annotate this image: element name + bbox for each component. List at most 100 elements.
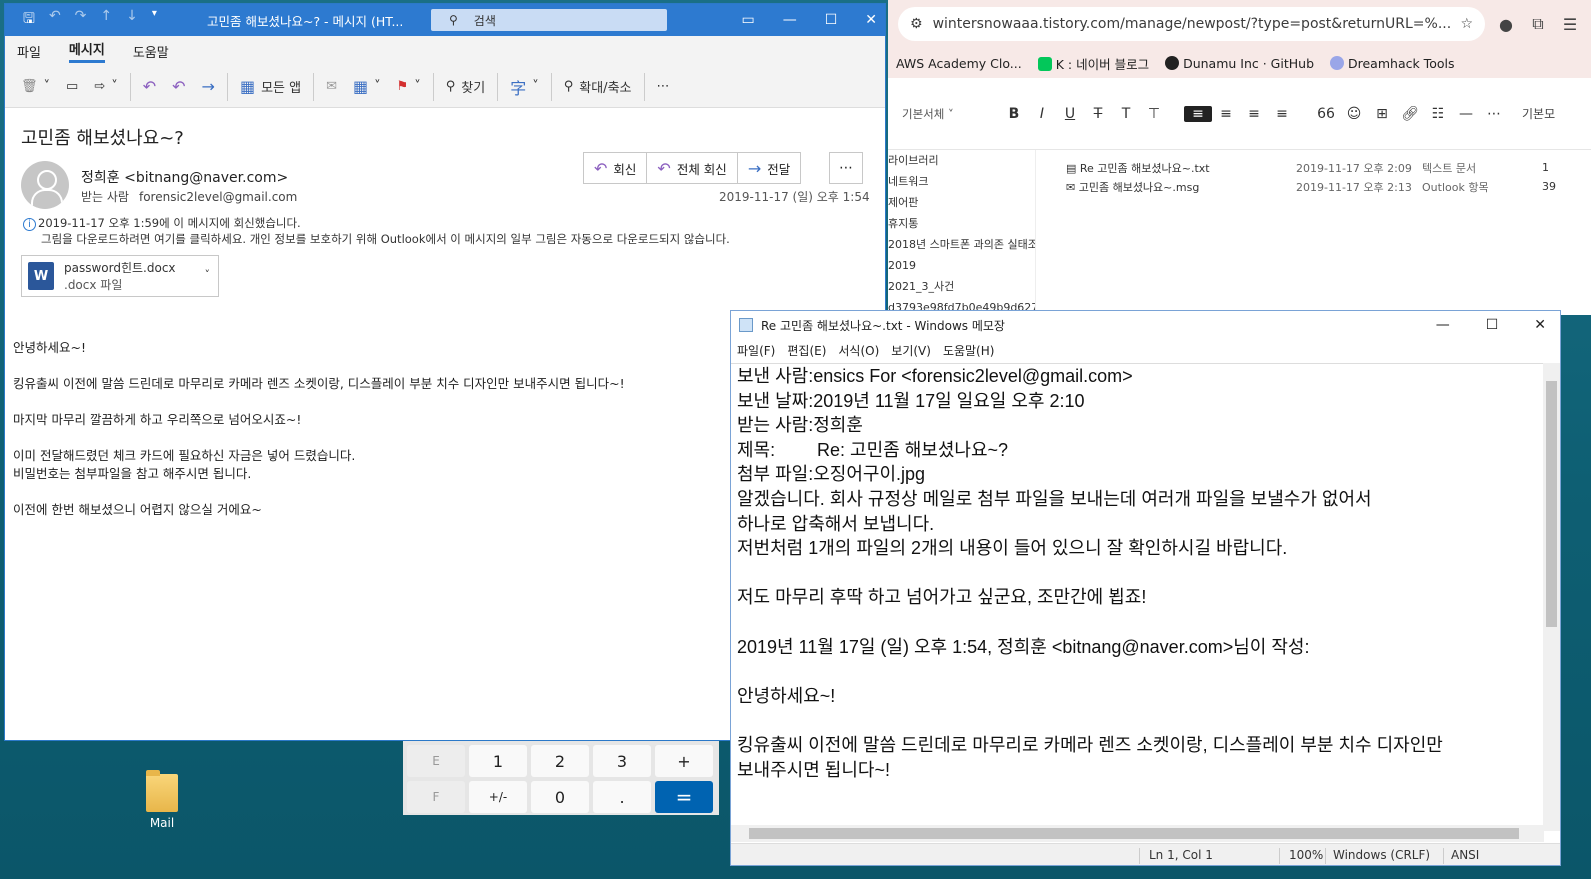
- reply-button[interactable]: ↶ 회신: [584, 153, 648, 183]
- search-box[interactable]: ⚲ 검색: [431, 9, 667, 31]
- link-icon[interactable]: 🔗︎: [1396, 106, 1424, 122]
- menu-view[interactable]: 보기(V): [891, 342, 931, 359]
- site-info-icon[interactable]: ⚙: [910, 16, 923, 32]
- nav-item[interactable]: 2018년 스마트폰 과의존 실태조: [888, 234, 1035, 255]
- scroll-thumb[interactable]: [749, 828, 1519, 839]
- unread-button[interactable]: ✉: [318, 72, 345, 102]
- text-color-button[interactable]: T: [1112, 106, 1140, 122]
- forward-button[interactable]: → 전달: [738, 153, 800, 183]
- maximize-icon[interactable]: ☐: [1486, 317, 1499, 333]
- find-button[interactable]: ⚲ 찾기: [438, 72, 493, 102]
- nav-item[interactable]: 2019: [888, 255, 1035, 276]
- calc-key-1[interactable]: 1: [469, 745, 527, 777]
- calc-key-plus[interactable]: +: [655, 745, 713, 777]
- strikethrough-button[interactable]: T: [1084, 106, 1112, 122]
- redo-icon[interactable]: ↷: [75, 8, 87, 32]
- bold-button[interactable]: B: [1000, 106, 1028, 122]
- reply-all-button[interactable]: ↶ 전체 회신: [647, 153, 738, 183]
- align-center-button[interactable]: ≡: [1212, 106, 1240, 122]
- calc-key-decimal[interactable]: .: [593, 781, 651, 813]
- customize-icon[interactable]: ▾: [152, 8, 157, 32]
- extensions-icon[interactable]: ⧉: [1527, 14, 1549, 34]
- cookie-icon[interactable]: ●: [1495, 15, 1517, 34]
- more-actions-button[interactable]: ⋯: [829, 152, 863, 184]
- minimize-icon[interactable]: —: [1436, 317, 1450, 333]
- nav-item[interactable]: 네트워크: [888, 171, 1035, 192]
- calc-key-f[interactable]: F: [407, 781, 465, 813]
- nav-item[interactable]: 제어판: [888, 192, 1035, 213]
- ribbon-display-icon[interactable]: ▭: [741, 12, 754, 28]
- zoom-button[interactable]: ⚲ 확대/축소: [556, 72, 640, 102]
- flag-button[interactable]: ⚑ ˅: [389, 72, 429, 102]
- translate-button[interactable]: 字 ˅: [502, 72, 547, 102]
- file-row[interactable]: ▤ Re 고민좀 해보셨나요~.txt 2019-11-17 오후 2:09 텍…: [1066, 158, 1556, 177]
- file-row[interactable]: ✉ 고민좀 해보셨나요~.msg 2019-11-17 오후 2:13 Outl…: [1066, 177, 1556, 196]
- address-bar[interactable]: ⚙ wintersnowaaa.tistory.com/manage/newpo…: [898, 7, 1485, 41]
- align-justify-button[interactable]: ≡: [1268, 106, 1296, 122]
- align-left-button[interactable]: ≡: [1184, 105, 1212, 122]
- save-icon[interactable]: 🖫︎: [23, 8, 35, 32]
- calc-key-equals[interactable]: =: [655, 781, 713, 813]
- bookmark-github[interactable]: Dunamu Inc · GitHub: [1165, 55, 1314, 71]
- emoji-icon[interactable]: ☺: [1340, 106, 1368, 122]
- archive-button[interactable]: ▭: [58, 72, 86, 102]
- list-icon[interactable]: ☷: [1424, 106, 1452, 122]
- table-icon[interactable]: ⊞: [1368, 106, 1396, 122]
- undo-icon[interactable]: ↶: [49, 8, 61, 32]
- nav-item[interactable]: 휴지통: [888, 213, 1035, 234]
- info-bar[interactable]: i 2019-11-17 오후 1:59에 이 메시지에 회신했습니다. 그림을 …: [23, 215, 730, 247]
- horizontal-scrollbar[interactable]: [731, 825, 1544, 842]
- scroll-thumb[interactable]: [1546, 381, 1557, 627]
- calc-key-0[interactable]: 0: [531, 781, 589, 813]
- maximize-icon[interactable]: ☐: [825, 12, 838, 28]
- nav-item[interactable]: 라이브러리: [888, 150, 1035, 171]
- mail-folder-icon[interactable]: Mail: [142, 770, 182, 830]
- calc-key-negate[interactable]: +/-: [469, 781, 527, 813]
- nav-item[interactable]: 2021_3_사건: [888, 276, 1035, 297]
- up-arrow-icon[interactable]: ↑: [100, 8, 112, 32]
- tab-file[interactable]: 파일: [17, 42, 41, 61]
- all-apps-button[interactable]: ▦ 모든 앱: [232, 72, 309, 102]
- bookmark-naver[interactable]: K : 네이버 블로그: [1037, 54, 1149, 73]
- calc-key-3[interactable]: 3: [593, 745, 651, 777]
- divider-button[interactable]: —: [1452, 106, 1480, 122]
- notepad-text-area[interactable]: 보낸 사람:ensics For <forensic2level@gmail.c…: [731, 363, 1544, 831]
- vertical-scrollbar[interactable]: [1543, 363, 1560, 831]
- align-right-button[interactable]: ≡: [1240, 106, 1268, 122]
- menu-icon[interactable]: ☰: [1559, 15, 1581, 34]
- chevron-down-icon[interactable]: ˅: [205, 268, 211, 281]
- info-images[interactable]: 그림을 다운로드하려면 여기를 클릭하세요. 개인 정보를 보호하기 위해 Ou…: [23, 231, 730, 247]
- minimize-icon[interactable]: —: [783, 12, 797, 28]
- menu-edit[interactable]: 편집(E): [787, 342, 826, 359]
- calc-key-2[interactable]: 2: [531, 745, 589, 777]
- menu-file[interactable]: 파일(F): [737, 342, 775, 359]
- editor-mode[interactable]: 기본모: [1522, 105, 1555, 122]
- font-select[interactable]: 기본서체 ˅: [902, 106, 982, 122]
- menu-help[interactable]: 도움말(H): [943, 342, 995, 359]
- more-icon[interactable]: ⋯: [1480, 106, 1508, 122]
- categorize-button[interactable]: ▦ ˅: [345, 72, 389, 102]
- recipient[interactable]: forensic2level@gmail.com: [139, 190, 297, 204]
- ribbon-more-button[interactable]: ⋯: [649, 72, 678, 102]
- bookmark-dreamhack[interactable]: Dreamhack Tools: [1330, 55, 1454, 71]
- sender[interactable]: 정희훈 <bitnang@naver.com>: [81, 167, 288, 187]
- close-icon[interactable]: ✕: [1534, 317, 1546, 333]
- attachment-card[interactable]: W password힌트.docx .docx 파일 ˅: [21, 255, 219, 297]
- calc-key-e[interactable]: E: [407, 745, 465, 777]
- text-bg-button[interactable]: ⊤: [1140, 106, 1168, 122]
- underline-button[interactable]: U: [1056, 106, 1084, 122]
- close-icon[interactable]: ✕: [865, 12, 877, 28]
- down-arrow-icon[interactable]: ↓: [126, 8, 138, 32]
- tab-message[interactable]: 메시지: [68, 39, 105, 63]
- move-button[interactable]: ⇨ ˅: [86, 72, 125, 102]
- reply-all-ribbon-button[interactable]: ↶: [164, 72, 193, 102]
- italic-button[interactable]: I: [1028, 106, 1056, 122]
- bookmark-aws[interactable]: AWS Academy Clo...: [896, 56, 1022, 71]
- delete-button[interactable]: 🗑︎ ˅: [13, 72, 58, 102]
- reply-ribbon-button[interactable]: ↶: [135, 72, 164, 102]
- forward-ribbon-button[interactable]: →: [194, 72, 223, 102]
- tab-help[interactable]: 도움말: [133, 42, 169, 61]
- quote-button[interactable]: 66: [1312, 106, 1340, 122]
- menu-format[interactable]: 서식(O): [838, 342, 879, 359]
- bookmark-star-icon[interactable]: ☆: [1460, 16, 1473, 32]
